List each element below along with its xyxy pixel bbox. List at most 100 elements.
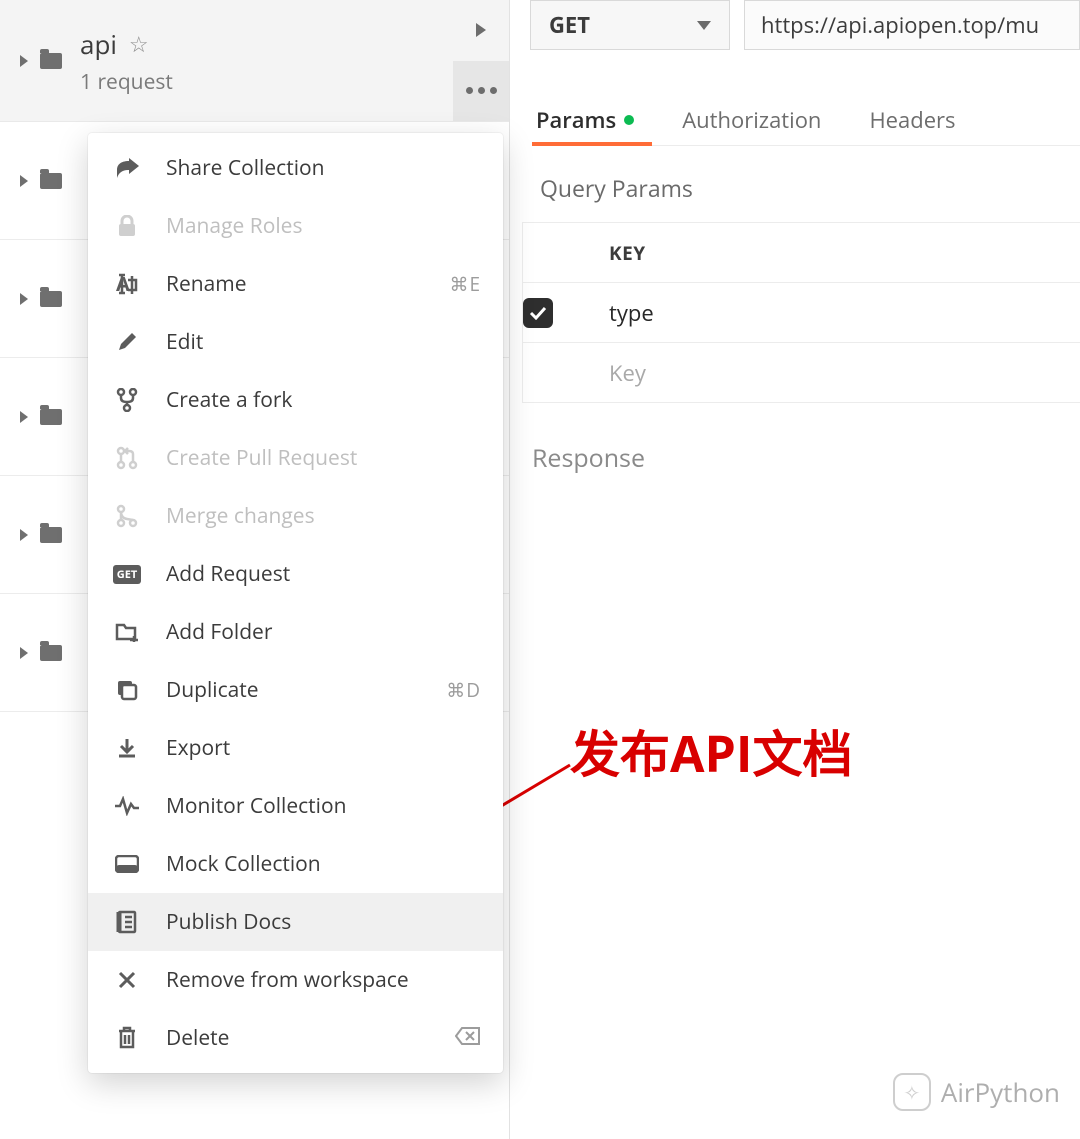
menu-share-collection[interactable]: Share Collection xyxy=(88,139,503,197)
watermark: ✧ AirPython xyxy=(893,1073,1060,1111)
menu-add-request[interactable]: GET Add Request xyxy=(88,545,503,603)
menu-remove-from-workspace[interactable]: Remove from workspace xyxy=(88,951,503,1009)
menu-add-folder[interactable]: Add Folder xyxy=(88,603,503,661)
duplicate-icon xyxy=(110,679,144,701)
table-row[interactable]: Key xyxy=(522,343,1080,403)
menu-label: Create Pull Request xyxy=(166,444,357,472)
response-section-title: Response xyxy=(532,441,1080,475)
activity-icon xyxy=(110,796,144,816)
rename-icon: A xyxy=(110,273,144,295)
sidebar: api ☆ 1 request Share Collection Mana xyxy=(0,0,510,1139)
column-header-key: KEY xyxy=(593,240,1080,266)
menu-label: Delete xyxy=(166,1024,229,1052)
menu-shortcut: ⌘D xyxy=(446,677,481,703)
menu-label: Share Collection xyxy=(166,154,325,182)
menu-rename[interactable]: A Rename ⌘E xyxy=(88,255,503,313)
query-params-title: Query Params xyxy=(540,172,1080,204)
share-icon xyxy=(110,158,144,178)
menu-label: Remove from workspace xyxy=(166,966,409,994)
params-indicator-icon xyxy=(624,115,634,125)
menu-label: Edit xyxy=(166,328,203,356)
expand-caret-icon[interactable] xyxy=(20,647,28,659)
folder-icon xyxy=(40,645,62,661)
collection-name[interactable]: api xyxy=(80,26,117,62)
folder-icon xyxy=(40,409,62,425)
fork-icon xyxy=(110,388,144,412)
menu-label: Mock Collection xyxy=(166,850,321,878)
play-icon xyxy=(476,23,486,37)
pencil-icon xyxy=(110,331,144,353)
menu-label: Duplicate xyxy=(166,676,259,704)
menu-edit[interactable]: Edit xyxy=(88,313,503,371)
collection-header[interactable]: api ☆ 1 request xyxy=(0,0,509,122)
favorite-star-icon[interactable]: ☆ xyxy=(129,29,149,59)
table-row[interactable]: type xyxy=(522,283,1080,343)
expand-caret-icon[interactable] xyxy=(20,411,28,423)
expand-caret-icon[interactable] xyxy=(20,529,28,541)
menu-label: Export xyxy=(166,734,230,762)
tab-label: Authorization xyxy=(682,105,821,135)
folder-icon xyxy=(40,173,62,189)
menu-label: Add Request xyxy=(166,560,290,588)
docs-icon xyxy=(110,910,144,934)
request-url-value: https://api.apiopen.top/mu xyxy=(761,10,1039,40)
request-url-input[interactable]: https://api.apiopen.top/mu xyxy=(744,0,1080,50)
menu-delete[interactable]: Delete xyxy=(88,1009,503,1067)
menu-create-fork[interactable]: Create a fork xyxy=(88,371,503,429)
folder-icon xyxy=(40,291,62,307)
menu-publish-docs[interactable]: Publish Docs xyxy=(88,893,503,951)
expand-caret-icon[interactable] xyxy=(20,55,28,67)
tab-label: Headers xyxy=(869,105,955,135)
server-icon xyxy=(110,855,144,873)
more-actions-button[interactable] xyxy=(453,61,509,122)
menu-label: Publish Docs xyxy=(166,908,291,936)
param-enabled-checkbox[interactable] xyxy=(523,298,553,328)
expand-caret-icon[interactable] xyxy=(20,293,28,305)
tab-headers[interactable]: Headers xyxy=(869,94,955,145)
http-method-value: GET xyxy=(549,10,590,40)
folder-icon xyxy=(40,527,62,543)
menu-create-pull-request: Create Pull Request xyxy=(88,429,503,487)
watermark-text: AirPython xyxy=(941,1074,1060,1110)
delete-key-icon xyxy=(455,1025,481,1051)
collection-context-menu: Share Collection Manage Roles A Rename ⌘… xyxy=(88,133,503,1073)
svg-text:A: A xyxy=(116,273,130,295)
folder-plus-icon xyxy=(110,622,144,642)
param-key-input[interactable]: Key xyxy=(593,358,1080,388)
menu-manage-roles: Manage Roles xyxy=(88,197,503,255)
http-method-select[interactable]: GET xyxy=(530,0,730,50)
tab-label: Params xyxy=(536,105,616,135)
menu-label: Manage Roles xyxy=(166,212,302,240)
menu-label: Create a fork xyxy=(166,386,292,414)
menu-label: Monitor Collection xyxy=(166,792,346,820)
menu-mock-collection[interactable]: Mock Collection xyxy=(88,835,503,893)
menu-merge-changes: Merge changes xyxy=(88,487,503,545)
query-params-table: KEY type Key xyxy=(522,222,1080,403)
collection-subtitle: 1 request xyxy=(80,68,173,96)
pull-request-icon xyxy=(110,446,144,470)
menu-monitor-collection[interactable]: Monitor Collection xyxy=(88,777,503,835)
menu-duplicate[interactable]: Duplicate ⌘D xyxy=(88,661,503,719)
param-key-input[interactable]: type xyxy=(593,298,1080,328)
download-icon xyxy=(110,737,144,759)
get-badge-icon: GET xyxy=(110,565,144,584)
annotation-text: 发布API文档 xyxy=(570,715,852,787)
lock-icon xyxy=(110,215,144,237)
run-collection-button[interactable] xyxy=(453,0,509,61)
menu-label: Rename xyxy=(166,270,247,298)
trash-icon xyxy=(110,1026,144,1050)
menu-export[interactable]: Export xyxy=(88,719,503,777)
folder-icon xyxy=(40,53,62,69)
wechat-icon: ✧ xyxy=(893,1073,931,1111)
request-tabs: Params Authorization Headers xyxy=(536,94,1080,146)
ellipsis-icon xyxy=(466,87,497,94)
menu-shortcut: ⌘E xyxy=(449,271,481,297)
menu-label: Merge changes xyxy=(166,502,315,530)
chevron-down-icon xyxy=(697,21,711,30)
tab-authorization[interactable]: Authorization xyxy=(682,94,821,145)
request-panel: GET https://api.apiopen.top/mu Params Au… xyxy=(510,0,1080,1139)
close-icon xyxy=(110,970,144,990)
menu-label: Add Folder xyxy=(166,618,272,646)
expand-caret-icon[interactable] xyxy=(20,175,28,187)
tab-params[interactable]: Params xyxy=(536,94,634,145)
